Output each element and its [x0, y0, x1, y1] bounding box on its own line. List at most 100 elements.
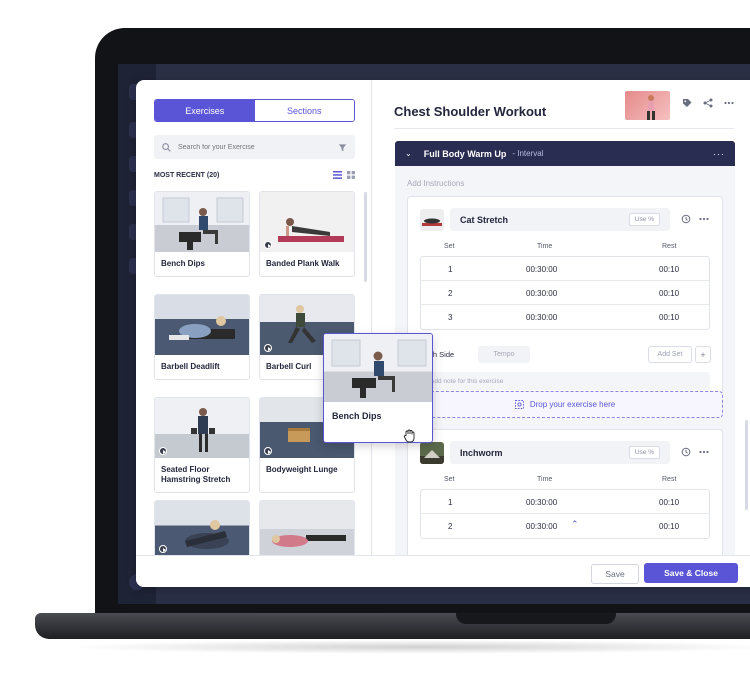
column-set: Set [444, 476, 455, 483]
rest-value[interactable]: 00:10 [659, 498, 679, 507]
workout-cover-image[interactable] [625, 91, 670, 120]
more-icon[interactable]: ··· [713, 149, 725, 159]
play-icon [264, 241, 272, 249]
exercise-thumb-wrap [420, 441, 444, 465]
library-scrollbar[interactable] [364, 192, 367, 282]
exercise-card[interactable]: Seated Floor Hamstring Stretch [154, 397, 250, 493]
grab-cursor-icon [403, 429, 415, 443]
rest-value[interactable]: 00:10 [659, 265, 679, 274]
exercise-name: Barbell Deadlift [161, 362, 220, 371]
time-value[interactable]: 00:30:00 [526, 522, 557, 531]
exercise-name: Bench Dips [161, 259, 206, 268]
more-icon[interactable] [699, 450, 709, 454]
tag-icon[interactable] [682, 98, 692, 108]
exercise-thumbnail [155, 295, 249, 355]
more-icon[interactable] [724, 101, 734, 105]
divider [394, 128, 734, 129]
exercise-card[interactable] [259, 500, 355, 555]
use-percent-button[interactable]: Use % [628, 213, 660, 226]
exercise-name: Inchworm [460, 447, 503, 458]
editor-scrollbar[interactable] [745, 420, 748, 510]
search-box [154, 135, 355, 159]
exercise-thumbnail-art [331, 339, 427, 398]
exercise-thumbnail [324, 334, 432, 402]
plus-icon[interactable]: + [695, 346, 711, 363]
share-icon[interactable] [703, 98, 713, 108]
column-time: Time [537, 476, 553, 483]
tab-sections[interactable]: Sections [254, 100, 354, 121]
exercise-name: Cat Stretch [460, 214, 509, 225]
drop-zone-label: Drop your exercise here [529, 400, 616, 409]
set-number: 2 [448, 522, 453, 531]
laptop-notch [456, 613, 616, 624]
save-close-button[interactable]: Save & Close [644, 563, 738, 583]
exercise-card[interactable]: Bench Dips [154, 191, 250, 277]
use-percent-button[interactable]: Use % [628, 446, 660, 459]
table-row: 3 00:30:00 00:10 [421, 305, 709, 329]
exercise-thumbnail-art [185, 520, 229, 549]
column-rest: Rest [662, 243, 677, 250]
chevron-up-icon[interactable]: ⌃ [571, 519, 579, 530]
tempo-field[interactable]: Tempo [478, 346, 530, 363]
list-view-icon[interactable] [333, 171, 342, 179]
view-toggle [333, 171, 355, 179]
add-instructions[interactable]: Add Instructions [407, 179, 464, 188]
chevron-down-icon[interactable]: ⌄ [405, 149, 412, 158]
time-value[interactable]: 00:30:00 [526, 289, 557, 298]
section-header[interactable]: ⌄ Full Body Warm Up - Interval ··· [395, 141, 735, 166]
workout-title[interactable]: Chest Shoulder Workout [394, 104, 546, 119]
more-icon[interactable] [699, 217, 709, 221]
filter-icon[interactable] [338, 143, 347, 152]
exercise-card[interactable] [154, 500, 250, 555]
exercise-thumbnail [155, 192, 249, 252]
library-tabs: Exercises Sections [154, 99, 355, 122]
search-input[interactable] [178, 143, 338, 151]
time-value[interactable]: 00:30:00 [526, 498, 557, 507]
exercise-thumbnail-art [272, 535, 346, 547]
exercise-card[interactable]: Banded Plank Walk [259, 191, 355, 277]
exercise-thumbnail [420, 209, 444, 231]
set-number: 1 [448, 498, 453, 507]
add-set-button[interactable]: Add Set [648, 346, 692, 363]
workout-actions [682, 98, 734, 108]
exercise-thumbnail [260, 192, 354, 252]
exercise-thumbnail-art [420, 442, 444, 464]
history-icon[interactable] [681, 447, 691, 457]
grid-view-icon[interactable] [347, 171, 355, 179]
section-block: ⌄ Full Body Warm Up - Interval ··· Add I… [395, 141, 735, 555]
rest-value[interactable]: 00:10 [659, 522, 679, 531]
time-value[interactable]: 00:30:00 [526, 313, 557, 322]
section-type: - Interval [512, 149, 544, 158]
exercise-thumbnail [260, 501, 354, 555]
play-icon [264, 344, 272, 352]
exercise-tools [681, 214, 709, 224]
exercise-item: Inchworm Use % Set Time Rest 1 00:30:00 [407, 429, 723, 555]
rest-value[interactable]: 00:10 [659, 289, 679, 298]
exercise-thumbnail [420, 442, 444, 464]
exercise-note-input[interactable]: Add note for this exercise [420, 372, 710, 390]
drop-target-icon [514, 400, 524, 409]
exercise-name: Bodyweight Lunge [266, 465, 338, 474]
workout-editor-panel: Chest Shoulder Workout ⌄ Full Body Warm … [372, 80, 750, 555]
exercise-thumbnail [155, 501, 249, 555]
column-time: Time [537, 243, 553, 250]
play-icon [159, 447, 167, 455]
drop-zone[interactable]: Drop your exercise here [407, 391, 723, 418]
dragged-exercise-card[interactable]: Bench Dips [323, 333, 433, 443]
tab-exercises[interactable]: Exercises [155, 100, 255, 121]
time-value[interactable]: 00:30:00 [526, 265, 557, 274]
exercise-name-bar[interactable]: Cat Stretch Use % [450, 208, 670, 231]
exercise-thumb-wrap [420, 208, 444, 232]
section-name: Full Body Warm Up [423, 148, 507, 159]
play-icon [159, 545, 167, 553]
history-icon[interactable] [681, 214, 691, 224]
table-row: 1 00:30:00 00:10 [421, 257, 709, 281]
exercise-name-bar[interactable]: Inchworm Use % [450, 441, 670, 464]
exercise-name: Seated Floor Hamstring Stretch [161, 465, 231, 484]
play-icon [264, 447, 272, 455]
table-row: 2 00:30:00 00:10 [421, 281, 709, 305]
table-row: 2 00:30:00 ⌃ 00:10 [421, 514, 709, 538]
rest-value[interactable]: 00:10 [659, 313, 679, 322]
save-button[interactable]: Save [591, 564, 639, 584]
exercise-card[interactable]: Barbell Deadlift [154, 294, 250, 380]
